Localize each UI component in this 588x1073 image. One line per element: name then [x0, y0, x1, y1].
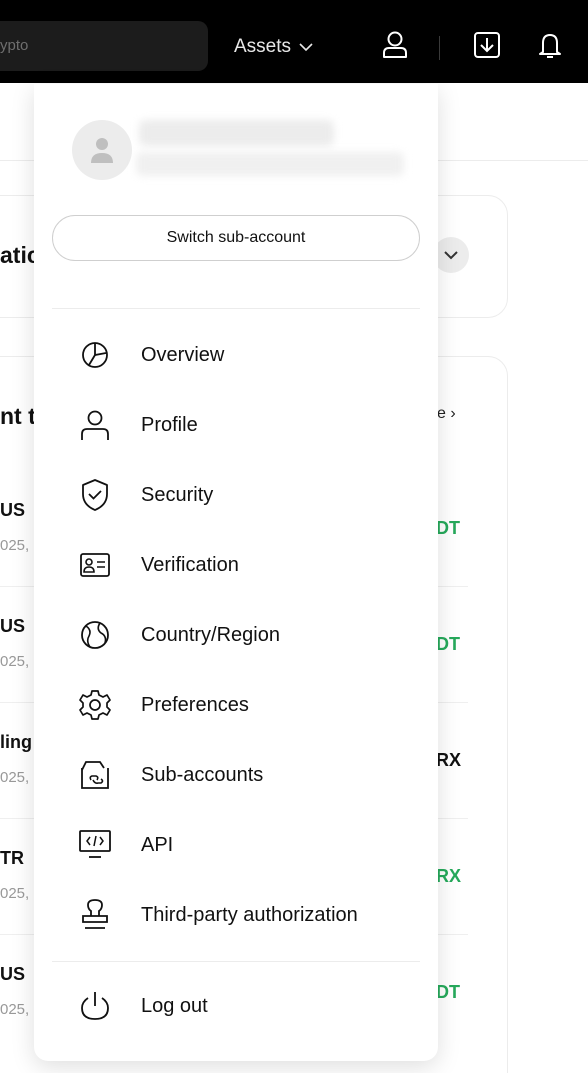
menu-item-label: Preferences: [141, 693, 249, 716]
transaction-amount: RX: [436, 750, 462, 770]
view-more-link[interactable]: e ›: [437, 405, 456, 423]
menu-divider: [52, 961, 420, 962]
menu-item-verification[interactable]: Verification: [34, 537, 438, 593]
transaction-name: US: [0, 616, 26, 636]
menu-item-label: Country/Region: [141, 623, 280, 646]
bell-icon[interactable]: [535, 28, 565, 62]
transaction-amount: RX: [436, 866, 462, 886]
transaction-name: TR: [0, 848, 24, 868]
person-icon: [91, 138, 113, 163]
shield-check-icon: [78, 478, 112, 512]
menu-item-security[interactable]: Security: [34, 467, 438, 523]
wallet-link-icon: [78, 758, 112, 792]
log-out-label: Log out: [141, 994, 208, 1017]
menu-item-label: Verification: [141, 553, 239, 576]
id-card-icon: [78, 548, 112, 582]
menu-item-label: Overview: [141, 343, 225, 366]
transaction-date: 025,: [0, 885, 30, 902]
transaction-date: 025,: [0, 769, 30, 786]
gear-icon: [78, 688, 112, 722]
transaction-name: US: [0, 964, 26, 984]
transaction-date: 025,: [0, 1001, 30, 1018]
menu-item-label: Third-party authorization: [141, 903, 358, 926]
menu-divider: [52, 308, 420, 309]
transaction-name: US: [0, 500, 26, 520]
menu-item-overview[interactable]: Overview: [34, 327, 438, 383]
card-title: nt t: [0, 403, 36, 429]
person-icon: [78, 408, 112, 442]
transaction-amount: DT: [436, 518, 460, 538]
power-icon: [78, 989, 112, 1023]
transaction-date: 025,: [0, 537, 30, 554]
transaction-amount: DT: [436, 634, 460, 654]
switch-sub-account-button[interactable]: Switch sub-account: [52, 215, 420, 261]
chevron-down-icon: [444, 251, 458, 260]
user-icon[interactable]: [380, 28, 410, 62]
menu-item-sub-accounts[interactable]: Sub-accounts: [34, 747, 438, 803]
menu-item-api[interactable]: API: [34, 817, 438, 873]
account-name-redacted: [139, 120, 334, 146]
transaction-amount: DT: [436, 982, 460, 1002]
avatar: [72, 120, 132, 180]
top-nav-bar: ypto Assets: [0, 0, 588, 83]
menu-item-profile[interactable]: Profile: [34, 397, 438, 453]
menu-item-label: Security: [141, 483, 214, 506]
code-monitor-icon: [78, 828, 112, 862]
globe-icon: [78, 618, 112, 652]
nav-divider: [439, 36, 440, 60]
menu-item-label: API: [141, 833, 174, 856]
account-dropdown-menu: Switch sub-account Overview Profile Secu…: [34, 84, 438, 1061]
chevron-down-icon: [299, 36, 313, 58]
transaction-date: 025,: [0, 653, 30, 670]
assets-menu-button[interactable]: Assets: [234, 30, 313, 64]
menu-item-label: Profile: [141, 413, 198, 436]
expand-button[interactable]: [433, 237, 469, 273]
search-input[interactable]: ypto: [0, 21, 208, 71]
menu-item-preferences[interactable]: Preferences: [34, 677, 438, 733]
pie-chart-icon: [78, 338, 112, 372]
assets-label: Assets: [234, 36, 292, 57]
stamp-icon: [78, 898, 112, 932]
menu-item-third-party-authorization[interactable]: Third-party authorization: [34, 887, 438, 943]
download-icon[interactable]: [472, 28, 502, 62]
menu-item-label: Sub-accounts: [141, 763, 264, 786]
menu-item-country-region[interactable]: Country/Region: [34, 607, 438, 663]
account-email-redacted: [136, 152, 404, 176]
menu-item-log-out[interactable]: Log out: [34, 978, 438, 1034]
transaction-name: ling: [0, 732, 32, 752]
